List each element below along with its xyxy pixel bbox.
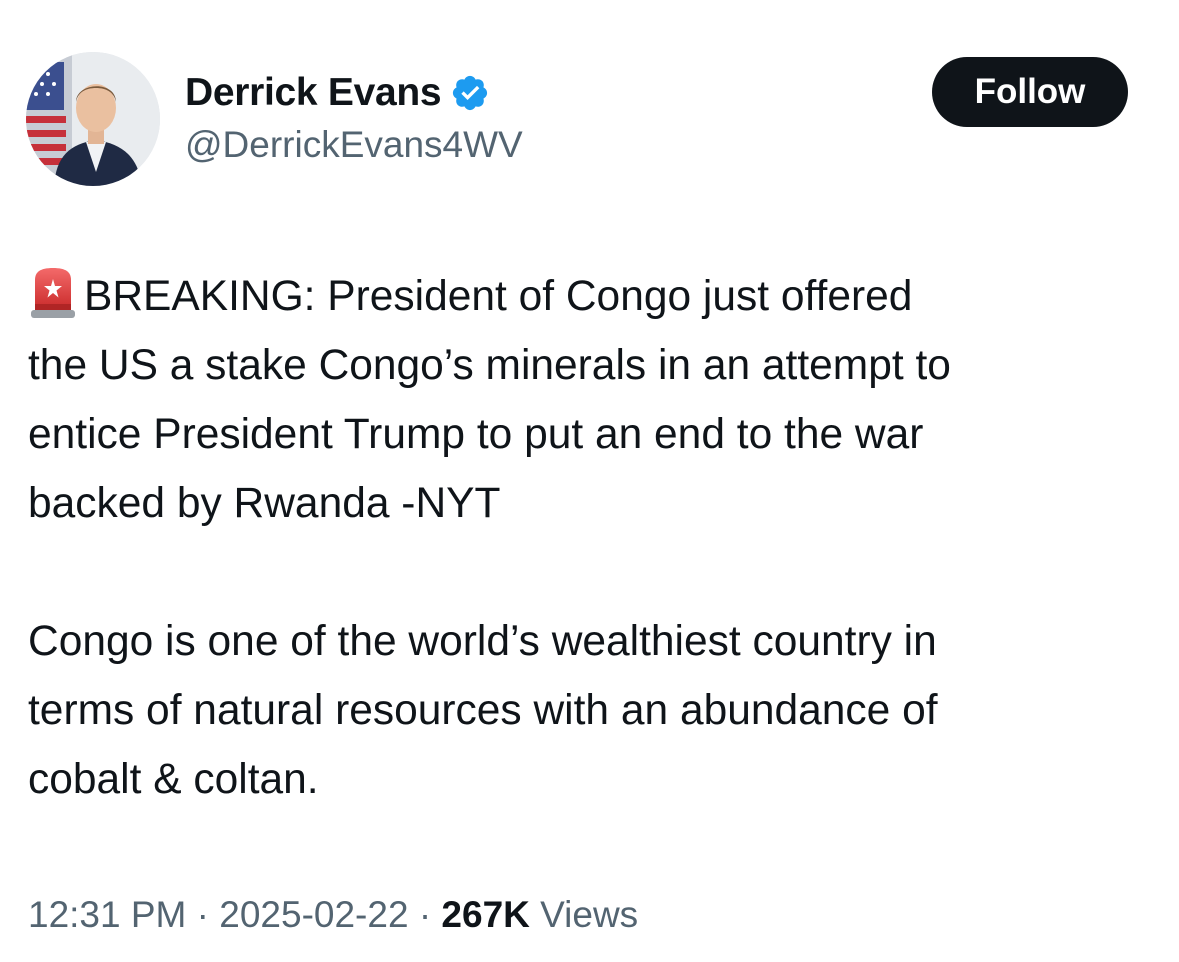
verified-badge-icon[interactable] [450, 73, 490, 113]
avatar[interactable] [26, 52, 160, 186]
tweet-meta: 12:31 PM · 2025-02-22 · 267K Views [28, 894, 638, 936]
meta-separator: · [196, 894, 209, 935]
police-car-light-icon [28, 266, 78, 320]
tweet-paragraph-1: BREAKING: President of Congo just offere… [28, 262, 1158, 538]
tweet-body: BREAKING: President of Congo just offere… [28, 262, 1158, 814]
profile-photo-icon [26, 52, 160, 186]
follow-button[interactable]: Follow [932, 57, 1128, 127]
author-handle[interactable]: @DerrickEvans4WV [185, 124, 523, 166]
author-name-row: Derrick Evans [185, 66, 490, 120]
tweet-paragraph-1-text: BREAKING: President of Congo just offere… [28, 273, 951, 527]
tweet-time[interactable]: 12:31 PM [28, 894, 186, 935]
tweet-paragraph-2: Congo is one of the world’s wealthiest c… [28, 618, 938, 803]
views-label: Views [540, 894, 639, 935]
meta-separator: · [418, 894, 432, 935]
views-count: 267K [441, 894, 530, 935]
display-name[interactable]: Derrick Evans [185, 71, 442, 115]
tweet-date[interactable]: 2025-02-22 [219, 894, 408, 935]
